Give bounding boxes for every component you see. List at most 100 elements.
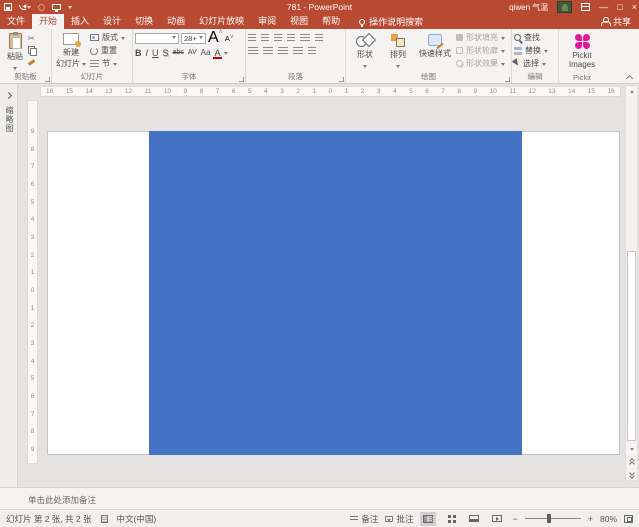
- numbering-button[interactable]: [261, 34, 269, 41]
- close-button[interactable]: ×: [632, 0, 637, 14]
- vertical-ruler[interactable]: 9876543210123456789: [27, 100, 38, 464]
- layout-button[interactable]: 版式: [90, 31, 125, 44]
- cut-button[interactable]: ✂: [28, 34, 36, 43]
- align-left-button[interactable]: [248, 47, 258, 54]
- tell-me-search[interactable]: 操作说明搜索: [359, 14, 423, 29]
- shape-outline-button[interactable]: 形状轮廓: [456, 44, 505, 57]
- ribbon-tab[interactable]: 文件: [0, 14, 32, 29]
- font-color-button[interactable]: A: [214, 48, 220, 58]
- slideshow-view-button[interactable]: [489, 512, 505, 526]
- italic-button[interactable]: I: [146, 48, 149, 58]
- slide-shape-rectangle[interactable]: [149, 131, 522, 455]
- shape-effects-button[interactable]: 形状效果: [456, 57, 505, 70]
- decrease-indent-button[interactable]: [274, 34, 282, 41]
- section-button[interactable]: 节: [90, 57, 125, 70]
- text-shadow-button[interactable]: S: [163, 48, 169, 58]
- select-button[interactable]: 选择: [514, 57, 556, 70]
- format-painter-button[interactable]: [28, 57, 36, 65]
- increase-indent-button[interactable]: [287, 34, 295, 41]
- fit-slide-to-window-button[interactable]: [624, 515, 633, 523]
- vertical-scrollbar[interactable]: [625, 85, 638, 481]
- scroll-down-button[interactable]: [626, 444, 637, 454]
- ribbon-tab[interactable]: 审阅: [251, 14, 283, 29]
- minimize-button[interactable]: —: [599, 0, 608, 14]
- reset-button[interactable]: 重置: [90, 44, 125, 57]
- previous-slide-button[interactable]: [626, 456, 637, 468]
- align-center-button[interactable]: [263, 47, 273, 54]
- ribbon-tab[interactable]: 视图: [283, 14, 315, 29]
- paste-button[interactable]: 粘贴: [2, 31, 28, 72]
- notes-pane[interactable]: 单击此处添加备注: [0, 487, 639, 509]
- ribbon-tab[interactable]: 动画: [160, 14, 192, 29]
- ribbon-tab[interactable]: 插入: [64, 14, 96, 29]
- text-direction-button[interactable]: [315, 34, 323, 41]
- strikethrough-button[interactable]: abc: [173, 49, 184, 56]
- font-name-combobox[interactable]: [135, 33, 179, 44]
- slide-sorter-view-button[interactable]: [443, 512, 459, 526]
- decrease-font-button[interactable]: A˅: [225, 34, 234, 43]
- bullets-button[interactable]: [248, 34, 256, 41]
- font-size-combobox[interactable]: 28+: [181, 33, 206, 44]
- language-indicator[interactable]: 中文(中国): [117, 513, 157, 525]
- dialog-launcher-icon[interactable]: [239, 77, 244, 82]
- shapes-button[interactable]: 形状: [348, 31, 382, 70]
- increase-font-button[interactable]: A˄: [208, 29, 223, 47]
- expand-thumbnails-icon[interactable]: [5, 92, 12, 99]
- undo-button[interactable]: [19, 3, 31, 11]
- character-spacing-button[interactable]: AV: [188, 49, 197, 56]
- redo-icon[interactable]: [38, 4, 45, 11]
- notes-placeholder[interactable]: 单击此处添加备注: [28, 494, 96, 506]
- accessibility-icon[interactable]: [101, 515, 108, 523]
- find-button[interactable]: 查找: [514, 31, 556, 44]
- underline-button[interactable]: U: [152, 48, 159, 58]
- reading-view-button[interactable]: [466, 512, 482, 526]
- ribbon-display-options-button[interactable]: [581, 3, 590, 11]
- comments-toggle-button[interactable]: 批注: [385, 513, 413, 525]
- ribbon-tab[interactable]: 幻灯片放映: [192, 14, 251, 29]
- shape-fill-button[interactable]: 形状填充: [456, 31, 505, 44]
- scrollbar-thumb[interactable]: [627, 251, 636, 441]
- ribbon-tab[interactable]: 切换: [128, 14, 160, 29]
- share-button[interactable]: 共享: [601, 14, 631, 29]
- justify-button[interactable]: [293, 47, 303, 54]
- maximize-button[interactable]: □: [617, 0, 622, 14]
- ribbon-tab[interactable]: 设计: [96, 14, 128, 29]
- copy-button[interactable]: [28, 46, 36, 54]
- quick-styles-button[interactable]: 快速样式: [414, 31, 456, 70]
- zoom-slider-thumb[interactable]: [547, 514, 551, 523]
- ruler-number: 5: [31, 375, 35, 382]
- customize-qat-icon[interactable]: [68, 6, 72, 11]
- new-slide-button[interactable]: 新建 幻灯片: [54, 31, 88, 70]
- notes-toggle-button[interactable]: 备注: [350, 513, 378, 525]
- avatar[interactable]: [557, 1, 572, 13]
- zoom-in-button[interactable]: +: [588, 514, 593, 524]
- replace-button[interactable]: 替换: [514, 44, 556, 57]
- bold-button[interactable]: B: [135, 48, 142, 58]
- next-slide-button[interactable]: [626, 469, 637, 481]
- line-spacing-button[interactable]: [300, 34, 310, 41]
- ruler-number: 16: [607, 88, 614, 95]
- dialog-launcher-icon[interactable]: [339, 77, 344, 82]
- start-slideshow-icon[interactable]: [52, 4, 61, 10]
- ribbon-tab[interactable]: 开始: [32, 14, 64, 29]
- thumbnail-pane-collapsed[interactable]: 缩略图: [0, 84, 18, 487]
- align-right-button[interactable]: [278, 47, 288, 54]
- dialog-launcher-icon[interactable]: [45, 77, 50, 82]
- columns-button[interactable]: [308, 47, 316, 54]
- scroll-up-button[interactable]: [626, 86, 637, 96]
- zoom-out-button[interactable]: −: [512, 514, 517, 524]
- zoom-level[interactable]: 80%: [600, 514, 617, 524]
- horizontal-ruler[interactable]: 1615141312111098765432101234567891011121…: [40, 86, 621, 97]
- dialog-launcher-icon[interactable]: [505, 77, 510, 82]
- account-name[interactable]: qiwen 气温: [509, 2, 548, 13]
- save-icon[interactable]: [4, 3, 12, 11]
- collapse-ribbon-button[interactable]: [626, 73, 633, 80]
- pickit-images-button[interactable]: Pickit Images: [561, 31, 603, 69]
- normal-view-button[interactable]: [420, 512, 436, 526]
- ribbon-tab[interactable]: 帮助: [315, 14, 347, 29]
- zoom-slider[interactable]: [525, 518, 581, 519]
- arrange-button[interactable]: 排列: [382, 31, 414, 70]
- slide-counter[interactable]: 幻灯片 第 2 张, 共 2 张: [6, 513, 92, 525]
- slide-canvas[interactable]: [47, 131, 620, 455]
- change-case-button[interactable]: Aa: [201, 48, 211, 57]
